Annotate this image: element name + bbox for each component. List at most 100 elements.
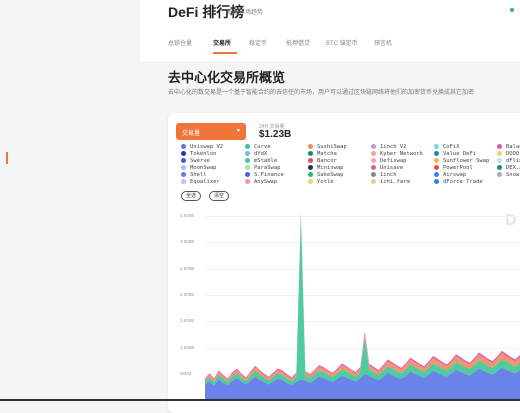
legend-item[interactable]: Airswap — [434, 172, 466, 178]
legend-dot-icon — [181, 158, 186, 163]
legend-dot-icon — [434, 158, 439, 163]
legend-label: Sunflower Swap — [443, 158, 490, 164]
legend-item[interactable]: Miniswap — [308, 165, 344, 171]
legend-item[interactable]: Sunflower Swap — [434, 158, 489, 164]
legend-label: DODO — [506, 151, 520, 157]
legend-item[interactable]: Balancer — [497, 144, 520, 150]
legend-item[interactable]: PowerPool — [434, 165, 473, 171]
select-all-button[interactable]: 全选 — [181, 191, 202, 201]
legend-label: Unisave — [380, 165, 404, 171]
legend-item[interactable]: 1inch — [371, 172, 397, 178]
legend-label: Airswap — [443, 172, 467, 178]
legend-item[interactable]: ichi.farm — [371, 179, 410, 185]
y-tick-label: 1.500B — [180, 318, 195, 324]
legend-label: PowerPool — [443, 165, 473, 171]
legend-dot-icon — [308, 151, 313, 156]
legend-label: dYdX — [254, 151, 268, 157]
legend-item[interactable]: Curve — [245, 144, 271, 150]
legend-dot-icon — [434, 172, 439, 177]
legend-label: Kyber Network — [380, 151, 424, 157]
legend-item[interactable]: DEX.AG — [497, 165, 520, 171]
legend-item[interactable]: dYdX — [245, 151, 267, 157]
legend-dot-icon — [245, 151, 250, 156]
legend-dot-icon — [434, 179, 439, 184]
status-dot-icon — [510, 8, 514, 12]
legend-label: Swerve — [190, 158, 210, 164]
legend-dot-icon — [245, 165, 250, 170]
page-description: 去中心化的数交易是一个基于智能合约的去信任的市场，用户可以通过区块链网络将他们的… — [168, 90, 475, 96]
legend-item[interactable]: Snowswap — [497, 172, 520, 178]
legend-item[interactable]: ParaSwap — [245, 165, 281, 171]
legend-dot-icon — [371, 144, 376, 149]
legend-item[interactable]: Value DeFi — [434, 151, 476, 157]
legend-dot-icon — [181, 151, 186, 156]
legend-label: MoonSwap — [190, 165, 217, 171]
legend-label: Miniswap — [317, 165, 344, 171]
legend-label: SushiSwap — [317, 144, 347, 150]
legend-item[interactable]: Bancor — [308, 158, 337, 164]
legend-dot-icon — [434, 151, 439, 156]
legend-item[interactable]: Swerve — [181, 158, 210, 164]
legend-dot-icon — [308, 144, 313, 149]
legend-label: S.Finance — [254, 172, 284, 178]
tab-0[interactable]: 总锁仓量 — [168, 38, 192, 47]
legend-dot-icon — [245, 144, 250, 149]
legend-dot-icon — [245, 179, 250, 184]
tab-3[interactable]: 抵押借贷 — [286, 38, 310, 47]
tab-5[interactable]: 预言机 — [374, 38, 392, 47]
legend-item[interactable]: mStable — [245, 158, 277, 164]
y-tick-label: 1.000B — [180, 344, 195, 350]
legend-label: CoFiX — [443, 144, 460, 150]
legend-dot-icon — [181, 172, 186, 177]
sidebar-active-marker — [6, 152, 8, 164]
legend-item[interactable]: SakeSwap — [308, 172, 344, 178]
legend-dot-icon — [245, 158, 250, 163]
legend-label: Matcha — [317, 151, 337, 157]
tab-1[interactable]: 交易所 — [213, 38, 231, 47]
legend-dot-icon — [371, 172, 376, 177]
legend-item[interactable]: 1inch V2 — [371, 144, 407, 150]
tab-2[interactable]: 稳定币 — [249, 38, 267, 47]
legend-dot-icon — [371, 179, 376, 184]
legend-item[interactable]: MoonSwap — [181, 165, 217, 171]
legend-label: Defiswap — [380, 158, 407, 164]
legend-label: Value DeFi — [443, 151, 477, 157]
legend-item[interactable]: SushiSwap — [308, 144, 347, 150]
legend-dot-icon — [434, 144, 439, 149]
legend-dot-icon — [434, 165, 439, 170]
legend-item[interactable]: Shell — [181, 172, 207, 178]
legend-item[interactable]: Kyber Network — [371, 151, 423, 157]
legend-item[interactable]: Equalizer — [181, 179, 220, 185]
active-tab-underline — [213, 52, 237, 54]
legend-item[interactable]: dForce Trade — [434, 179, 483, 185]
legend-dot-icon — [371, 158, 376, 163]
legend-label: Snowswap — [506, 172, 520, 178]
legend-item[interactable]: Defiswap — [371, 158, 407, 164]
legend-label: Uniswap V2 — [190, 144, 224, 150]
legend-item[interactable]: Uniswap V2 — [181, 144, 223, 150]
legend-label: Balancer — [506, 144, 520, 150]
legend-item[interactable]: CoFiX — [434, 144, 460, 150]
legend-label: Shell — [190, 172, 207, 178]
legend-item[interactable]: S.Finance — [245, 172, 284, 178]
legend-label: Bancor — [317, 158, 337, 164]
legend-item[interactable]: Unisave — [371, 165, 403, 171]
legend-item[interactable]: Matcha — [308, 151, 337, 157]
legend-label: dFlink — [506, 158, 520, 164]
legend-item[interactable]: dFlink — [497, 158, 520, 164]
legend-label: Equalizer — [190, 179, 220, 185]
chevron-down-icon: ▾ — [236, 128, 240, 134]
y-tick-label: 3.500B — [180, 213, 195, 218]
legend-dot-icon — [371, 151, 376, 156]
legend-item[interactable]: DODO — [497, 151, 519, 157]
volume-value: $1.23B — [259, 129, 292, 140]
legend-item[interactable]: AnySwap — [245, 179, 277, 185]
volume-area-chart — [205, 210, 520, 399]
tab-4[interactable]: BTC 锚定币 — [326, 38, 358, 47]
metric-dropdown-label: 交易量 — [182, 131, 201, 137]
metric-dropdown[interactable]: 交易量 ▾ — [176, 123, 246, 140]
legend-item[interactable]: Tokenlon — [181, 151, 217, 157]
legend-dot-icon — [497, 165, 502, 170]
legend-item[interactable]: Yotle — [308, 179, 334, 185]
y-tick-label: 500M — [180, 371, 192, 376]
